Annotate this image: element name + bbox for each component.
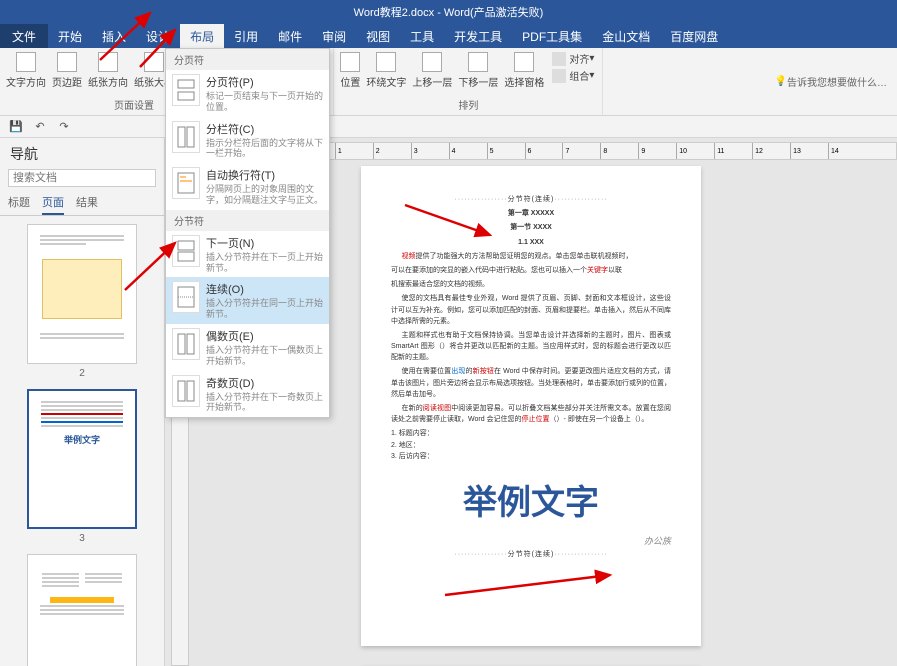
paragraph: 机搜索最适合您的文档的视频。 (391, 279, 671, 290)
search-input[interactable] (8, 169, 156, 187)
tab-pdf[interactable]: PDF工具集 (512, 24, 592, 49)
list-item: 2. 地区： (391, 440, 671, 451)
group-label-arrange: 排列 (458, 96, 478, 113)
dropdown-item-column-break[interactable]: 分栏符(C)指示分栏符后面的文字将从下一栏开始。 (166, 117, 329, 164)
even-page-icon (172, 328, 200, 360)
save-icon[interactable]: 💾 (8, 119, 24, 135)
list-item: 1. 标题内容： (391, 428, 671, 439)
document-page[interactable]: 分节符(连续) 第一章 XXXXX 第一节 XXXX 1.1 XXX 视频提供了… (361, 166, 701, 646)
align-button[interactable]: 对齐 ▾ (548, 50, 598, 67)
paragraph: 使用在需要位置出现的新按钮在 Word 中保存时间。更要更改图片适应文档的方式，… (391, 366, 671, 400)
column-break-icon (172, 121, 200, 153)
title-bar: Word教程2.docx - Word(产品激活失败) (0, 0, 897, 24)
paragraph: 在新的阅读视图中阅读更加容易。可以折叠文档某些部分并关注所需文本。放置在您阅读处… (391, 403, 671, 425)
nav-tab-pages[interactable]: 页面 (42, 191, 64, 215)
quick-access-toolbar: 💾 ↶ ↷ (0, 116, 897, 138)
heading-2: 第一节 XXXX (391, 222, 671, 233)
selection-pane-button[interactable]: 选择窗格 (502, 50, 546, 91)
odd-page-icon (172, 375, 200, 407)
page-thumbnail[interactable] (27, 554, 137, 666)
section-break-marker: 分节符(连续) (391, 549, 671, 560)
margins-button[interactable]: 页边距 (50, 50, 84, 91)
nav-thumbnails: 2 举例文字 3 4 (0, 216, 164, 666)
nav-search (8, 168, 156, 187)
navigation-panel: 导航 标题 页面 结果 2 举例文字 (0, 138, 165, 666)
tab-baidu[interactable]: 百度网盘 (660, 24, 728, 49)
page-thumbnail[interactable] (27, 224, 137, 364)
nav-tab-headings[interactable]: 标题 (8, 191, 30, 215)
nav-tabs: 标题 页面 结果 (0, 191, 164, 216)
menu-bar: 文件 开始 插入 设计 布局 引用 邮件 审阅 视图 工具 开发工具 PDF工具… (0, 24, 897, 48)
continuous-icon (172, 281, 200, 313)
nav-title: 导航 (0, 138, 164, 168)
tab-tools[interactable]: 工具 (400, 24, 444, 49)
signature: 办公族 (391, 534, 671, 548)
ribbon: 文字方向 页边距 纸张方向 纸张大小 分栏 分隔符 ▾ 缩进 页面设置 标记： … (0, 48, 897, 116)
paragraph: 可以在要添加的突显的嵌入代码中进行粘贴。您也可以插入一个关键字以联 (391, 265, 671, 276)
page-thumbnail[interactable]: 举例文字 (27, 389, 137, 529)
page-break-icon (172, 74, 200, 106)
ribbon-group-arrange: 位置 环绕文字 上移一层 下移一层 选择窗格 对齐 ▾ 组合 ▾ 排列 (334, 48, 603, 115)
tab-references[interactable]: 引用 (224, 24, 268, 49)
example-text: 举例文字 (391, 476, 671, 530)
dropdown-item-even-page[interactable]: 偶数页(E)插入分节符并在下一偶数页上开始新节。 (166, 324, 329, 371)
thumb-number: 2 (8, 368, 156, 379)
bring-forward-button[interactable]: 上移一层 (410, 50, 454, 91)
dropdown-item-odd-page[interactable]: 奇数页(D)插入分节符并在下一奇数页上开始新节。 (166, 371, 329, 418)
breaks-dropdown: 分页符 分页符(P)标记一页结束与下一页开始的位置。 分栏符(C)指示分栏符后面… (165, 48, 330, 418)
thumb-wrap-2: 2 (8, 224, 156, 379)
tell-me[interactable]: 💡 告诉我您想要做什么… (775, 48, 897, 115)
tab-view[interactable]: 视图 (356, 24, 400, 49)
position-button[interactable]: 位置 (338, 50, 362, 91)
dropdown-section-header: 分节符 (166, 210, 329, 231)
heading-1: 第一章 XXXXX (391, 208, 671, 219)
next-page-icon (172, 235, 200, 267)
dropdown-item-next-page[interactable]: 下一页(N)插入分节符并在下一页上开始新节。 (166, 231, 329, 278)
wrap-text-button[interactable]: 环绕文字 (364, 50, 408, 91)
tab-insert[interactable]: 插入 (92, 24, 136, 49)
text-direction-button[interactable]: 文字方向 (4, 50, 48, 91)
group-label-page-setup: 页面设置 (114, 96, 154, 113)
paragraph: 主题和样式也有助于文档保持协调。当您单击设计并选择新的主题时，图片、图表或 Sm… (391, 330, 671, 364)
thumb-number: 3 (8, 533, 156, 544)
text-wrap-icon (172, 167, 200, 199)
tab-developer[interactable]: 开发工具 (444, 24, 512, 49)
nav-tab-results[interactable]: 结果 (76, 191, 98, 215)
heading-3: 1.1 XXX (391, 237, 671, 248)
tab-home[interactable]: 开始 (48, 24, 92, 49)
orientation-button[interactable]: 纸张方向 (86, 50, 130, 91)
send-backward-button[interactable]: 下移一层 (456, 50, 500, 91)
group-button[interactable]: 组合 ▾ (548, 67, 598, 84)
tab-mailings[interactable]: 邮件 (268, 24, 312, 49)
thumb-wrap-3: 举例文字 3 (8, 389, 156, 544)
dropdown-item-continuous[interactable]: 连续(O)插入分节符并在同一页上开始新节。 (166, 277, 329, 324)
redo-icon[interactable]: ↷ (56, 119, 72, 135)
dropdown-item-page-break[interactable]: 分页符(P)标记一页结束与下一页开始的位置。 (166, 70, 329, 117)
list-item: 3. 后访内容： (391, 451, 671, 462)
dropdown-item-text-wrapping[interactable]: 自动换行符(T)分隔网页上的对象周围的文字，如分隔题注文字与正文。 (166, 163, 329, 210)
paragraph: 视频提供了功能强大的方法帮助您证明您的观点。单击您单击联机视频时， (391, 251, 671, 262)
dropdown-section-header: 分页符 (166, 49, 329, 70)
paragraph: 使您的文档具有最佳专业外观，Word 提供了页眉、页脚、封面和文本框设计，这些设… (391, 293, 671, 327)
file-tab[interactable]: 文件 (0, 24, 48, 49)
undo-icon[interactable]: ↶ (32, 119, 48, 135)
thumb-wrap-4: 4 (8, 554, 156, 666)
section-break-marker: 分节符(连续) (391, 194, 671, 205)
tab-layout[interactable]: 布局 (180, 24, 224, 49)
tab-design[interactable]: 设计 (136, 24, 180, 49)
window-title: Word教程2.docx - Word(产品激活失败) (354, 4, 544, 20)
tab-wps[interactable]: 金山文档 (592, 24, 660, 49)
tab-review[interactable]: 审阅 (312, 24, 356, 49)
